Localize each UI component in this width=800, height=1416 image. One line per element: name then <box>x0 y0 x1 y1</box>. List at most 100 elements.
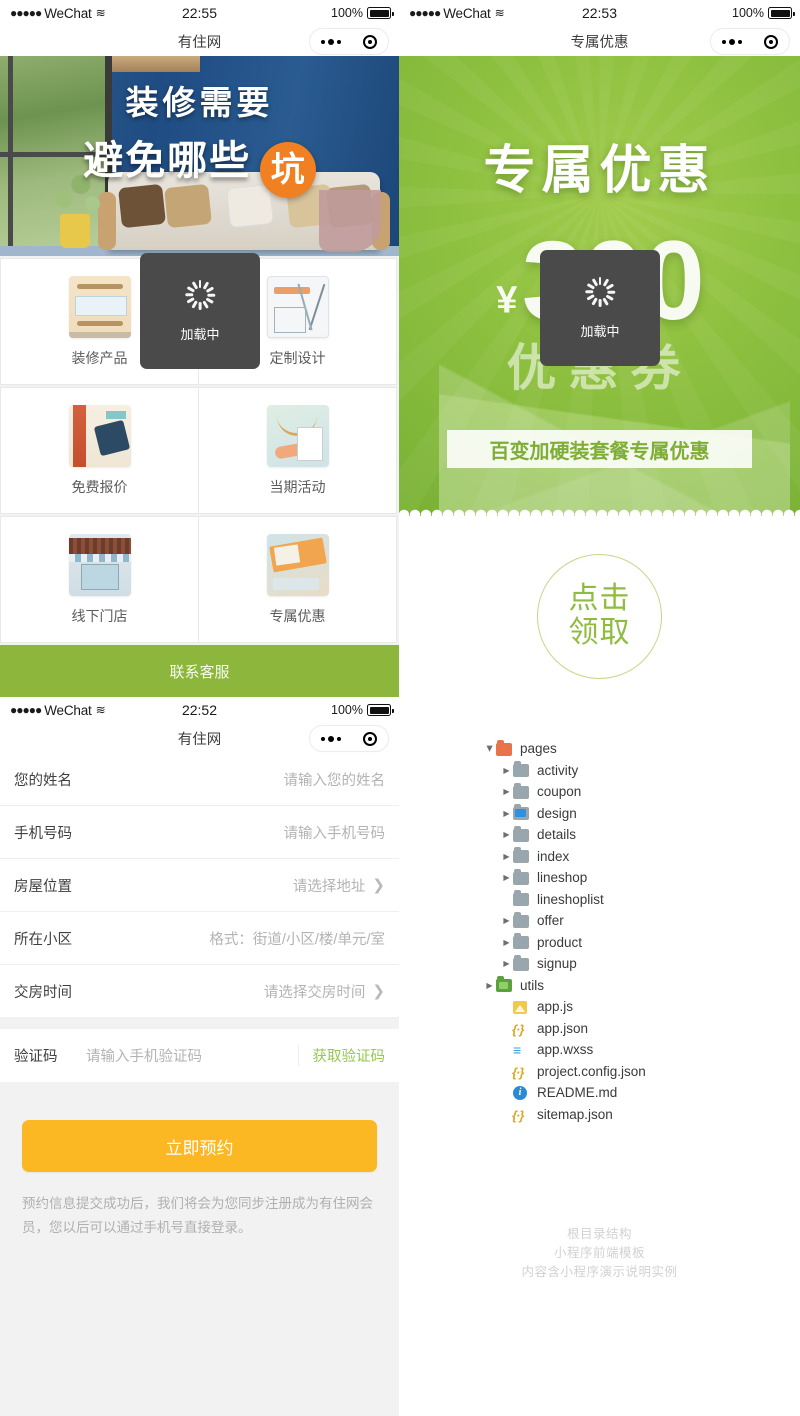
tree-item-details[interactable]: ▶ details <box>483 824 800 846</box>
status-bar-right: 100% <box>331 703 394 717</box>
close-target-icon[interactable] <box>764 34 778 49</box>
tree-item-project-config[interactable]: {·} project.config.json <box>483 1061 800 1083</box>
get-code-button[interactable]: 获取验证码 <box>297 1045 385 1066</box>
grid-item-lineshop[interactable]: 线下门店 <box>0 516 199 643</box>
grid-row: 免费报价 当期活动 <box>0 387 397 514</box>
form-section-divider <box>0 1018 399 1029</box>
json-file-icon: {·} <box>512 1108 524 1124</box>
grid-item-label: 线下门店 <box>71 607 128 624</box>
form-row-phone[interactable]: 手机号码 请输入手机号码 <box>0 806 399 859</box>
coupon-title: 专属优惠 <box>483 142 716 200</box>
name-input[interactable]: 请输入您的姓名 <box>100 769 386 790</box>
chevron-right-icon[interactable]: ▶ <box>500 803 513 825</box>
grid-item-label: 免费报价 <box>71 478 128 495</box>
chevron-right-icon[interactable]: ▶ <box>500 846 513 868</box>
folder-gray-icon <box>513 782 530 799</box>
spinner-icon <box>185 279 216 310</box>
form-row-handover[interactable]: 交房时间 请选择交房时间 ❯ <box>0 965 399 1018</box>
chevron-right-icon[interactable]: ▶ <box>500 867 513 889</box>
more-menu-icon[interactable] <box>321 38 341 45</box>
tree-item-signup[interactable]: ▶ signup <box>483 953 800 975</box>
tree-item-app-json[interactable]: {·} app.json <box>483 1018 800 1040</box>
handover-select[interactable]: 请选择交房时间 <box>100 981 366 1002</box>
field-label: 房屋位置 <box>14 878 72 895</box>
submit-reservation-button[interactable]: 立即预约 <box>22 1120 377 1172</box>
tree-item-label: README.md <box>537 1085 618 1100</box>
signup-form: 您的姓名 请输入您的姓名 手机号码 请输入手机号码 房屋位置 请选择地址 ❯ 所… <box>0 753 399 1082</box>
window-view <box>0 56 112 256</box>
watermark-text: 根目录结构 小程序前端模板 内容含小程序演示说明实例 <box>399 1225 800 1282</box>
grid-item-quote[interactable]: 免费报价 <box>0 387 199 514</box>
folder-gray-icon <box>513 825 530 842</box>
folder-gray-icon <box>513 890 530 907</box>
tree-item-index[interactable]: ▶ index <box>483 846 800 868</box>
chevron-right-icon[interactable]: ▶ <box>500 824 513 846</box>
grid-item-label: 专属优惠 <box>269 607 326 624</box>
wechat-capsule-coupon[interactable] <box>710 28 790 55</box>
tree-item-activity[interactable]: ▶ activity <box>483 760 800 782</box>
grid-row: 线下门店 专属优惠 <box>0 516 397 643</box>
more-menu-icon[interactable] <box>722 38 742 45</box>
wechat-capsule-signup[interactable] <box>309 725 389 752</box>
grid-item-offer[interactable]: 专属优惠 <box>198 516 397 643</box>
tree-item-app-js[interactable]: app.js <box>483 996 800 1018</box>
battery-percent-label: 100% <box>331 703 363 717</box>
js-file-icon <box>513 1000 530 1014</box>
tree-item-coupon[interactable]: ▶ coupon <box>483 781 800 803</box>
tree-item-product[interactable]: ▶ product <box>483 932 800 954</box>
chevron-right-icon[interactable]: ▶ <box>500 932 513 954</box>
chevron-right-icon: ❯ <box>372 877 385 894</box>
tree-item-label: activity <box>537 762 579 778</box>
close-target-icon[interactable] <box>363 731 377 746</box>
phone-input[interactable]: 请输入手机号码 <box>100 822 386 843</box>
location-select[interactable]: 请选择地址 <box>100 875 366 896</box>
json-file-icon: {·} <box>512 1065 524 1081</box>
grid-item-activity[interactable]: 当期活动 <box>198 387 397 514</box>
page-title-coupon: 专属优惠 <box>570 34 629 51</box>
form-row-name[interactable]: 您的姓名 请输入您的姓名 <box>0 753 399 806</box>
tree-item-sitemap[interactable]: {·} sitemap.json <box>483 1104 800 1126</box>
chevron-right-icon[interactable]: ▶ <box>500 910 513 932</box>
json-file-icon: {·} <box>512 1022 524 1038</box>
tree-item-offer[interactable]: ▶ offer <box>483 910 800 932</box>
watermark-line-3: 内容含小程序演示说明实例 <box>521 1265 678 1279</box>
tree-item-pages[interactable]: ▶ pages <box>483 738 800 760</box>
more-menu-icon[interactable] <box>321 735 341 742</box>
chevron-right-icon[interactable]: ▶ <box>483 975 496 997</box>
tree-item-lineshoplist[interactable]: lineshoplist <box>483 889 800 911</box>
claim-coupon-button[interactable]: 点击 领取 <box>537 553 662 679</box>
tree-item-readme[interactable]: i README.md <box>483 1082 800 1104</box>
verification-code-input[interactable]: 请输入手机验证码 <box>76 1045 298 1066</box>
form-row-community[interactable]: 所在小区 格式：街道/小区/楼/单元/室 <box>0 912 399 965</box>
tree-item-app-wxss[interactable]: ≡ app.wxss <box>483 1039 800 1061</box>
hero-banner[interactable]: 装修需要 避免哪些 坑 <box>0 56 399 256</box>
chevron-right-icon[interactable]: ▶ <box>500 760 513 782</box>
status-bar-right: 100% <box>732 6 795 20</box>
battery-percent-label: 100% <box>732 6 764 20</box>
form-row-location[interactable]: 房屋位置 请选择地址 ❯ <box>0 859 399 912</box>
currency-symbol: ¥ <box>496 279 518 322</box>
calculator-icon <box>68 404 131 467</box>
folder-blue-icon <box>513 804 530 821</box>
submit-area: 立即预约 <box>0 1082 399 1172</box>
tree-item-utils[interactable]: ▶ utils <box>483 975 800 997</box>
folder-gray-icon <box>513 761 530 778</box>
wechat-capsule-home[interactable] <box>309 28 389 55</box>
tree-item-label: pages <box>520 741 557 756</box>
chevron-right-icon[interactable]: ▶ <box>500 953 513 975</box>
community-input[interactable]: 格式：街道/小区/楼/单元/室 <box>100 928 385 949</box>
tree-item-label: lineshop <box>537 870 588 885</box>
screenshot-canvas: ●●●●● WeChat ≋ 22:55 100% 有住网 装修需要 避免哪些 … <box>0 0 800 1416</box>
tree-item-label: coupon <box>537 784 582 799</box>
folder-gray-icon <box>513 933 530 950</box>
contact-support-button[interactable]: 联系客服 <box>0 645 399 697</box>
folder-gray-icon <box>513 911 530 928</box>
loading-toast-home: 加载中 <box>140 253 260 369</box>
watermark-line-1: 根目录结构 <box>566 1227 632 1241</box>
nav-bar-signup: 有住网 <box>0 723 399 753</box>
chevron-right-icon[interactable]: ▶ <box>500 781 513 803</box>
tree-item-design[interactable]: ▶ design <box>483 803 800 825</box>
tree-item-label: index <box>537 848 570 864</box>
tree-item-lineshop[interactable]: ▶ lineshop <box>483 867 800 889</box>
close-target-icon[interactable] <box>363 34 377 49</box>
